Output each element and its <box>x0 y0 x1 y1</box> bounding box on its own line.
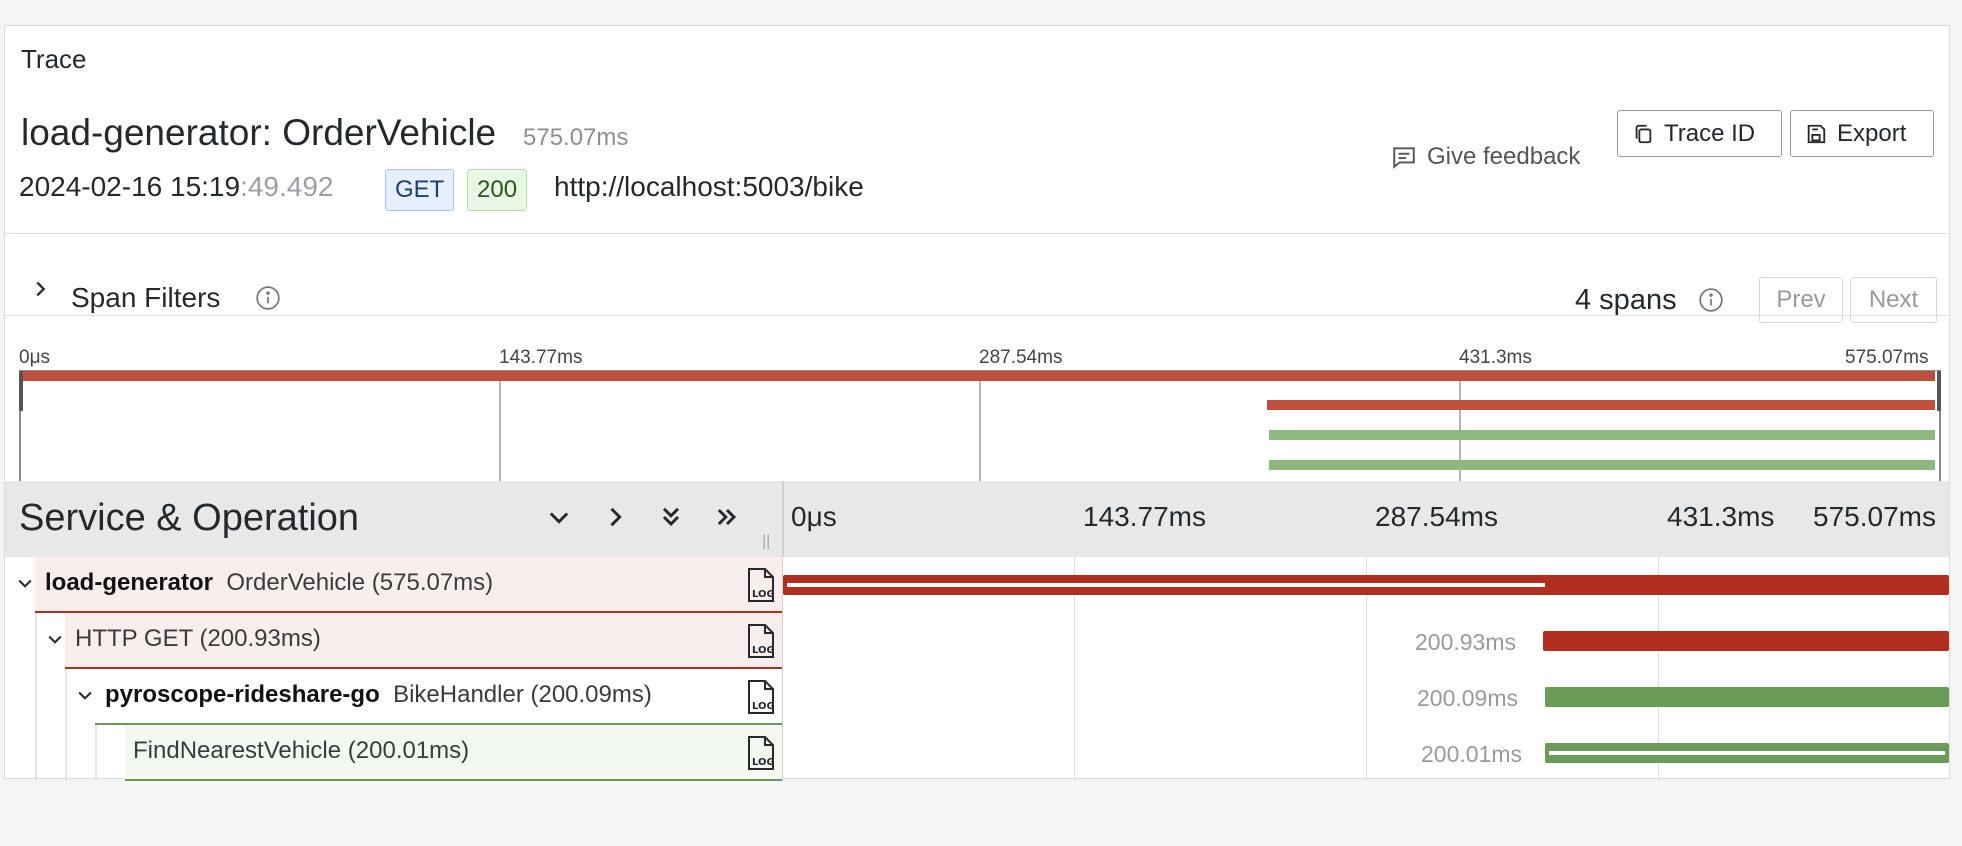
save-icon <box>1807 124 1826 143</box>
span-bar[interactable] <box>1545 687 1949 707</box>
panel-title: Trace <box>21 44 87 74</box>
span-label: HTTP GET (200.93ms) <box>75 625 321 653</box>
minimap-tick: 0μs <box>19 347 51 368</box>
export-button[interactable]: Export <box>1790 110 1934 157</box>
chevron-down-icon[interactable] <box>545 503 573 531</box>
double-chevron-down-icon[interactable] <box>657 503 685 531</box>
span-operation: FindNearestVehicle (200.01ms) <box>133 737 470 764</box>
tree-indent-line <box>65 669 67 725</box>
minimap-tick: 431.3ms <box>1459 347 1532 368</box>
span-label: pyroscope-rideshare-go BikeHandler (200.… <box>105 681 652 709</box>
span-label: FindNearestVehicle (200.01ms) <box>133 737 469 765</box>
span-duration: 200.09ms <box>1417 685 1519 711</box>
trace-id-button[interactable]: Trace ID <box>1617 110 1782 157</box>
span-label: load-generator OrderVehicle (575.07ms) <box>45 569 493 597</box>
minimap-tick: 143.77ms <box>499 347 583 368</box>
minimap-span-bar <box>1269 460 1935 470</box>
give-feedback-label: Give feedback <box>1427 143 1581 170</box>
span-operation: BikeHandler (200.09ms) <box>393 681 652 708</box>
log-icon[interactable]: LOG <box>745 623 777 659</box>
copy-icon <box>1635 124 1652 143</box>
info-icon[interactable] <box>255 285 281 311</box>
trace-start-time: 2024-02-16 15:19:49.492 <box>19 171 334 203</box>
chevron-down-icon[interactable] <box>15 573 35 593</box>
span-service: pyroscope-rideshare-go <box>105 681 380 708</box>
span-row[interactable]: pyroscope-rideshare-go BikeHandler (200.… <box>5 669 1949 725</box>
span-duration: 200.01ms <box>1421 741 1523 767</box>
span-row[interactable]: FindNearestVehicle (200.01ms) LOG 200.01… <box>5 725 1949 781</box>
minimap-tick: 287.54ms <box>979 347 1063 368</box>
timeline-tick: 0μs <box>791 501 837 532</box>
info-icon[interactable] <box>1698 287 1724 313</box>
tree-indent-line <box>35 613 37 669</box>
chevron-down-icon[interactable] <box>75 685 95 705</box>
export-label: Export <box>1837 119 1907 147</box>
divider <box>5 233 1949 234</box>
minimap-gridline <box>979 371 981 488</box>
trace-date-main: 2024-02-16 15:19 <box>19 171 241 202</box>
svg-text:LOG: LOG <box>752 701 775 712</box>
give-feedback-link[interactable]: Give feedback <box>1391 143 1580 171</box>
trace-id-label: Trace ID <box>1664 119 1756 147</box>
comment-icon <box>1393 147 1415 169</box>
chevron-down-icon[interactable] <box>45 629 65 649</box>
span-operation: OrderVehicle (575.07ms) <box>226 569 494 596</box>
trace-date-seconds: :49.492 <box>240 171 334 202</box>
minimap-tick: 575.07ms <box>1845 347 1929 368</box>
span-count: 4 spans <box>1575 284 1677 316</box>
trace-duration: 575.07ms <box>523 124 629 151</box>
prev-button[interactable]: Prev <box>1759 277 1843 323</box>
tree-indent-line <box>95 725 97 781</box>
tree-indent-line <box>65 725 67 781</box>
timeline-tick: 431.3ms <box>1667 501 1775 532</box>
timeline-tick: 575.07ms <box>1813 501 1936 532</box>
trace-panel: Trace load-generator: OrderVehicle 575.0… <box>4 25 1950 781</box>
column-resizer[interactable]: || <box>762 533 770 551</box>
column-divider <box>782 481 784 557</box>
minimap-right-handle[interactable] <box>1937 371 1941 411</box>
method-tag: GET <box>385 169 455 211</box>
span-self-time-line <box>1549 751 1945 755</box>
service-operation-header: Service & Operation <box>19 497 360 539</box>
span-service: load-generator <box>45 569 214 596</box>
tree-indent-line <box>35 669 37 725</box>
span-self-time-line <box>787 583 1545 587</box>
log-icon[interactable]: LOG <box>745 735 777 771</box>
span-bar[interactable] <box>1543 631 1949 651</box>
minimap-span-bar <box>1269 430 1935 440</box>
status-tag: 200 <box>467 169 528 211</box>
log-icon[interactable]: LOG <box>745 567 777 603</box>
tree-indent-line <box>35 725 37 781</box>
svg-text:LOG: LOG <box>752 757 775 768</box>
trace-name: load-generator: OrderVehicle <box>21 112 497 153</box>
span-duration: 200.93ms <box>1415 629 1517 655</box>
span-row[interactable]: load-generator OrderVehicle (575.07ms) L… <box>5 557 1949 613</box>
double-chevron-right-icon[interactable] <box>713 503 741 531</box>
chevron-right-icon[interactable] <box>601 503 629 531</box>
span-operation: HTTP GET (200.93ms) <box>75 625 321 652</box>
span-filters-toggle[interactable]: Span Filters <box>71 282 220 314</box>
timeline-header: Service & Operation || 0μs 143.77ms 287.… <box>5 481 1949 557</box>
svg-text:LOG: LOG <box>752 589 775 600</box>
minimap-gridline <box>499 371 501 488</box>
log-icon[interactable]: LOG <box>745 679 777 715</box>
svg-text:LOG: LOG <box>752 645 775 656</box>
timeline-tick: 287.54ms <box>1375 501 1498 532</box>
minimap-span-bar <box>23 371 1935 381</box>
span-row[interactable]: HTTP GET (200.93ms) LOG 200.93ms <box>5 613 1949 669</box>
chevron-right-icon[interactable] <box>29 278 51 300</box>
next-button[interactable]: Next <box>1850 277 1937 323</box>
trace-url: http://localhost:5003/bike <box>554 171 864 202</box>
column-divider <box>782 557 783 781</box>
minimap-span-bar <box>1267 400 1935 410</box>
timeline-tick: 143.77ms <box>1083 501 1206 532</box>
divider <box>5 315 1949 316</box>
trace-minimap[interactable] <box>19 370 1941 490</box>
